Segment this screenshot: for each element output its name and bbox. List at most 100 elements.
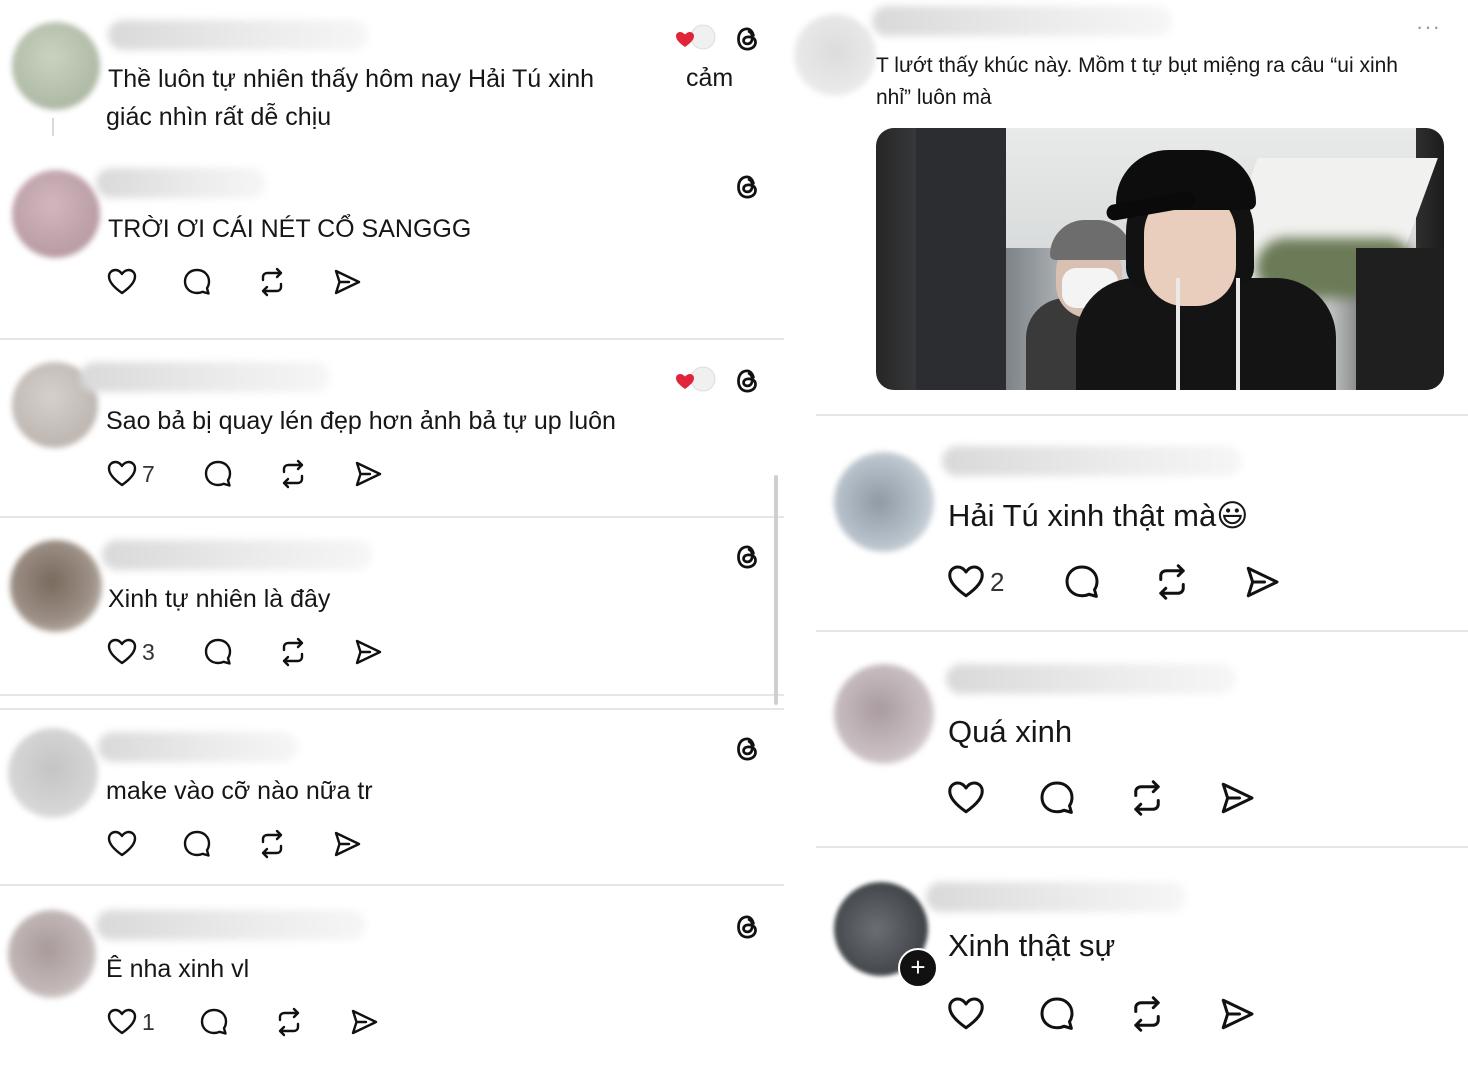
username-blurred[interactable] — [96, 910, 366, 940]
like-button[interactable]: 1 — [106, 1006, 198, 1038]
avatar[interactable] — [8, 910, 96, 998]
like-count: 2 — [990, 566, 1005, 597]
heart-icon — [946, 562, 986, 602]
threads-logo-icon[interactable] — [730, 540, 764, 574]
repost-button[interactable] — [1127, 778, 1217, 818]
heart-icon — [106, 1006, 138, 1038]
share-icon — [1242, 562, 1282, 602]
avatar[interactable] — [8, 728, 98, 818]
username-blurred[interactable] — [942, 446, 1242, 476]
repost-button[interactable] — [256, 266, 331, 298]
liked-by-avatar-icon — [676, 24, 716, 50]
action-bar — [946, 778, 1257, 818]
repost-button[interactable] — [256, 828, 331, 860]
share-icon — [331, 828, 363, 860]
heart-icon — [106, 458, 138, 490]
left-screenshot-panel: Thề luôn tự nhiên thấy hôm nay Hải Tú xi… — [0, 0, 784, 1076]
threads-logo-icon[interactable] — [730, 364, 764, 398]
reply-button[interactable] — [202, 636, 277, 668]
username-blurred[interactable] — [926, 882, 1186, 912]
avatar[interactable] — [834, 452, 934, 552]
threads-logo-icon[interactable] — [730, 22, 764, 56]
share-button[interactable] — [1242, 562, 1282, 602]
username-blurred[interactable] — [946, 664, 1236, 694]
post-photo[interactable] — [876, 128, 1444, 390]
share-button[interactable] — [331, 828, 363, 860]
reply-text: make vào cỡ nào nữa tr — [106, 777, 373, 805]
reply-text-line2: giác nhìn rất dễ chịu — [106, 103, 332, 131]
share-icon — [352, 636, 384, 668]
reply-button[interactable] — [181, 266, 256, 298]
photo-dark-edge — [1356, 248, 1444, 390]
thread-line — [52, 118, 54, 136]
reply-button[interactable] — [181, 828, 256, 860]
like-button[interactable] — [946, 994, 1037, 1034]
reply-text: Sao bả bị quay lén đẹp hơn ảnh bả tự up … — [106, 407, 616, 435]
like-count: 3 — [142, 638, 155, 665]
reply-text: Xinh tự nhiên là đây — [108, 585, 331, 613]
action-bar — [106, 266, 363, 298]
username-blurred[interactable] — [872, 6, 1172, 36]
avatar[interactable] — [12, 170, 100, 258]
username-blurred[interactable] — [102, 540, 372, 570]
like-button[interactable] — [946, 778, 1037, 818]
avatar[interactable] — [794, 14, 876, 96]
repost-button[interactable] — [1152, 562, 1242, 602]
username-blurred[interactable] — [108, 20, 368, 50]
reply-button[interactable] — [202, 458, 277, 490]
threads-logo-icon[interactable] — [730, 732, 764, 766]
action-bar: 3 — [106, 636, 384, 668]
reply-button[interactable] — [198, 1006, 273, 1038]
like-button[interactable] — [106, 266, 181, 298]
post-text: T lướt thấy khúc này. Mồm t tự bụt miệng… — [876, 54, 1398, 109]
repost-button[interactable] — [277, 636, 352, 668]
heart-icon — [106, 636, 138, 668]
like-button[interactable]: 2 — [946, 562, 1062, 602]
threads-logo-icon[interactable] — [730, 170, 764, 204]
like-button[interactable]: 7 — [106, 458, 202, 490]
username-blurred[interactable] — [98, 732, 298, 762]
repost-button[interactable] — [1127, 994, 1217, 1034]
action-bar — [946, 994, 1257, 1034]
reply-button[interactable] — [1062, 562, 1152, 602]
share-icon — [352, 458, 384, 490]
comment-icon — [181, 266, 213, 298]
share-button[interactable] — [352, 458, 384, 490]
action-bar: 2 — [946, 562, 1282, 602]
heart-icon — [106, 266, 138, 298]
avatar[interactable] — [10, 540, 102, 632]
follow-plus-icon[interactable]: + — [898, 948, 938, 988]
comment-icon — [202, 458, 234, 490]
username-blurred[interactable] — [80, 362, 330, 392]
divider — [0, 516, 784, 518]
reply-button[interactable] — [1037, 994, 1127, 1034]
repost-button[interactable] — [277, 458, 352, 490]
share-button[interactable] — [331, 266, 363, 298]
repost-button[interactable] — [273, 1006, 348, 1038]
repost-icon — [1152, 562, 1192, 602]
scrollbar[interactable] — [774, 475, 778, 705]
share-icon — [1217, 994, 1257, 1034]
liked-by-avatar-icon — [676, 366, 716, 392]
share-button[interactable] — [352, 636, 384, 668]
avatar[interactable] — [834, 664, 934, 764]
like-button[interactable] — [106, 828, 181, 860]
divider — [816, 630, 1468, 632]
avatar[interactable] — [12, 22, 100, 110]
comment-icon — [1037, 778, 1077, 818]
like-button[interactable]: 3 — [106, 636, 202, 668]
share-button[interactable] — [1217, 994, 1257, 1034]
share-button[interactable] — [1217, 778, 1257, 818]
comment-icon — [202, 636, 234, 668]
username-blurred[interactable] — [96, 168, 266, 198]
heart-icon — [946, 778, 986, 818]
photo-lanyard — [1236, 278, 1240, 390]
comment-icon — [198, 1006, 230, 1038]
more-icon[interactable]: ··· — [1416, 14, 1441, 40]
share-button[interactable] — [348, 1006, 380, 1038]
action-bar: 1 — [106, 1006, 380, 1038]
comment-icon — [181, 828, 213, 860]
threads-logo-icon[interactable] — [730, 910, 764, 944]
reply-text: Hải Tú xinh thật mà😃 — [948, 498, 1249, 533]
reply-button[interactable] — [1037, 778, 1127, 818]
